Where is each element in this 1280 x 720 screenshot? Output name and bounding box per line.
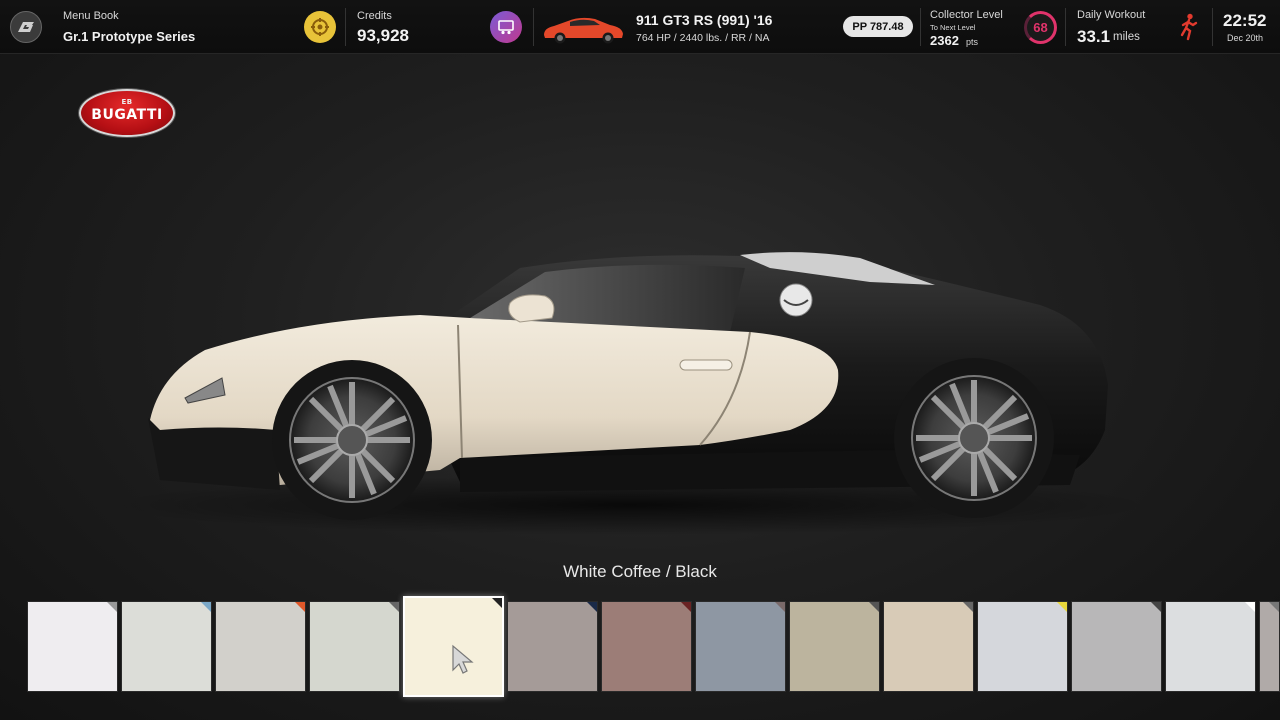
swatch-corner-tag: [107, 602, 117, 612]
swatch-corner-tag: [492, 598, 502, 608]
swatch-corner-tag: [963, 602, 973, 612]
color-swatch[interactable]: [977, 601, 1068, 692]
divider: [1065, 8, 1066, 46]
divider: [345, 8, 346, 46]
color-swatch[interactable]: [309, 601, 400, 692]
cursor-icon: [452, 644, 474, 674]
divider: [1212, 8, 1213, 46]
collector-level-ring: 68: [1024, 11, 1057, 44]
daily-workout-unit: miles: [1113, 31, 1140, 43]
color-swatch[interactable]: [121, 601, 212, 692]
collector-next-level-label: To Next Level: [930, 23, 976, 32]
car-thumbnail-icon[interactable]: [540, 13, 626, 45]
credits-value: 93,928: [357, 26, 409, 45]
daily-workout-value: 33.1: [1077, 27, 1111, 46]
swatch-corner-tag: [869, 602, 879, 612]
color-swatch[interactable]: [789, 601, 880, 692]
menu-book-value[interactable]: Gr.1 Prototype Series: [63, 29, 195, 44]
swatch-corner-tag: [1151, 602, 1161, 612]
swatch-corner-tag: [1245, 602, 1255, 612]
swatch-corner-tag: [201, 602, 211, 612]
swatch-corner-tag: [775, 602, 785, 612]
swatch-corner-tag: [587, 602, 597, 612]
menu-book-label: Menu Book: [63, 10, 119, 22]
brand-name: BUGATTI: [91, 106, 163, 123]
collector-points-value: 2362: [930, 33, 959, 48]
swatch-corner-tag: [1269, 602, 1279, 612]
collector-level-number: 68: [1033, 20, 1048, 35]
current-car-specs: 764 HP / 2440 lbs. / RR / NA: [636, 32, 770, 44]
color-swatch[interactable]: [507, 601, 598, 692]
color-swatch[interactable]: [27, 601, 118, 692]
brand-emblem: EB: [121, 98, 133, 106]
collector-points-unit: pts: [966, 37, 979, 47]
color-swatch[interactable]: [883, 601, 974, 692]
color-swatch[interactable]: [1071, 601, 1162, 692]
daily-workout-label: Daily Workout: [1077, 9, 1146, 21]
color-swatch[interactable]: [601, 601, 692, 692]
selected-color-name: White Coffee / Black: [563, 562, 717, 581]
garage-icon[interactable]: [490, 11, 522, 43]
clock-date: Dec 20th: [1227, 33, 1264, 43]
color-swatch[interactable]: [1259, 601, 1280, 692]
swatch-corner-tag: [681, 602, 691, 612]
bugatti-logo: EB BUGATTI: [79, 89, 175, 137]
top-bar: Menu Book Gr.1 Prototype Series Credits …: [0, 0, 1280, 54]
gt-logo-icon[interactable]: [10, 11, 42, 43]
divider: [533, 8, 534, 46]
credits-icon: [304, 11, 336, 43]
credits-label: Credits: [357, 10, 392, 22]
performance-points-badge: PP 787.48: [843, 16, 913, 37]
swatch-corner-tag: [1057, 602, 1067, 612]
divider: [920, 8, 921, 46]
swatch-corner-tag: [295, 602, 305, 612]
runner-icon: [1180, 13, 1198, 41]
collector-level-label: Collector Level: [930, 9, 1003, 21]
swatch-corner-tag: [389, 602, 399, 612]
color-swatch[interactable]: [1165, 601, 1256, 692]
color-swatch[interactable]: [695, 601, 786, 692]
color-swatch[interactable]: [215, 601, 306, 692]
clock-time: 22:52: [1223, 11, 1267, 30]
current-car-name: 911 GT3 RS (991) '16: [636, 12, 773, 28]
